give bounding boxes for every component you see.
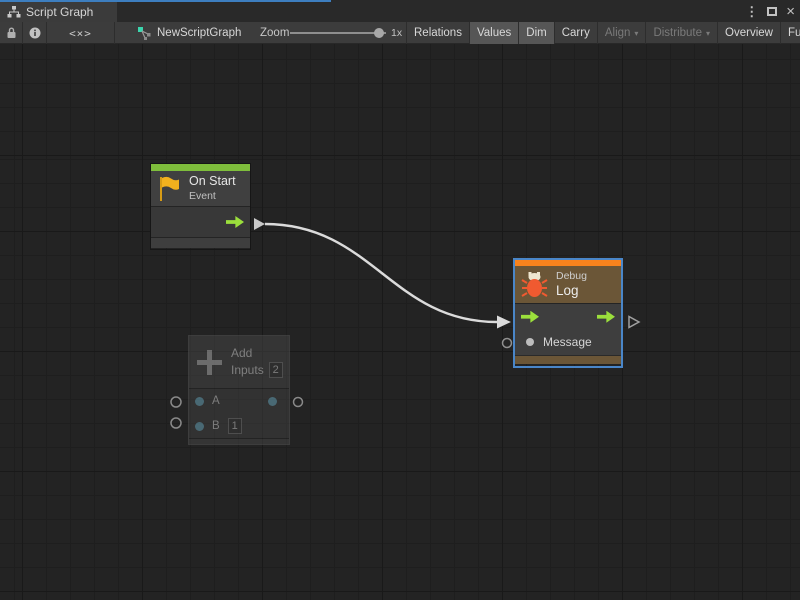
fullscreen-button[interactable]: Full S — [780, 22, 800, 44]
node-subtitle: Event — [189, 190, 236, 203]
lock-button[interactable] — [0, 22, 23, 44]
debug-output-port — [629, 317, 639, 328]
input-b-value-field[interactable]: 1 — [228, 418, 242, 434]
message-port-label: Message — [543, 335, 592, 349]
graph-name-label: NewScriptGraph — [157, 27, 241, 39]
script-graph-window: Script Graph ⋮ × <×> — [0, 0, 800, 600]
node-on-start[interactable]: On Start Event — [150, 163, 251, 250]
node-title: Add — [231, 346, 283, 360]
node-title: Log — [556, 283, 587, 299]
add-input-b-port — [171, 418, 181, 428]
node-footer — [189, 438, 289, 444]
chevron-down-icon: ▾ — [634, 29, 638, 38]
graph-toolbar: <×> NewScriptGraph Zoom 1x Relations Val… — [0, 22, 800, 44]
inputs-count-field[interactable]: 2 — [269, 362, 283, 378]
info-button[interactable] — [23, 22, 47, 44]
plus-icon — [197, 350, 222, 375]
zoom-slider[interactable] — [290, 32, 386, 34]
add-output-port — [294, 398, 303, 407]
dim-toggle[interactable]: Dim — [518, 22, 553, 44]
tab-strip: Script Graph ⋮ × — [0, 0, 800, 22]
node-title: On Start — [189, 174, 236, 190]
flag-icon — [157, 175, 181, 202]
node-subtitle: Inputs — [231, 363, 264, 377]
input-b-label: B — [212, 420, 220, 432]
node-category: Debug — [556, 270, 587, 283]
bug-icon — [521, 271, 548, 299]
flow-output-arrow-icon[interactable] — [226, 216, 244, 228]
add-input-a-port — [171, 397, 181, 407]
values-toggle[interactable]: Values — [469, 22, 518, 44]
distribute-dropdown[interactable]: Distribute ▾ — [645, 22, 717, 44]
output-dot[interactable] — [268, 397, 277, 406]
script-graph-asset-icon — [138, 27, 151, 40]
maximize-icon[interactable] — [767, 7, 777, 16]
tab-title: Script Graph — [26, 5, 93, 19]
node-add[interactable]: Add Inputs 2 A B 1 — [188, 335, 290, 445]
flow-input-arrow-icon[interactable] — [521, 311, 539, 323]
relations-toggle[interactable]: Relations — [406, 22, 469, 44]
message-port-dot[interactable] — [526, 338, 534, 346]
wire-arrowhead — [497, 316, 511, 329]
input-b-dot[interactable] — [195, 422, 204, 431]
toolbar-toggle-group: Relations Values Dim Carry Align ▾ Distr… — [406, 22, 800, 44]
zoom-value: 1x — [391, 22, 402, 44]
input-a-dot[interactable] — [195, 397, 204, 406]
flow-output-arrow-icon[interactable] — [597, 311, 615, 323]
info-icon — [29, 27, 41, 39]
wire-overlay — [0, 44, 800, 600]
zoom-slider-handle[interactable] — [374, 28, 384, 38]
node-footer — [151, 237, 250, 248]
lock-icon — [6, 27, 17, 39]
graph-name-breadcrumb[interactable]: NewScriptGraph — [138, 22, 241, 44]
align-dropdown[interactable]: Align ▾ — [597, 22, 646, 44]
input-a-label: A — [212, 395, 220, 407]
carry-toggle[interactable]: Carry — [554, 22, 597, 44]
tab-script-graph[interactable]: Script Graph — [0, 2, 117, 22]
node-footer — [515, 355, 621, 364]
graph-hierarchy-icon — [7, 6, 21, 18]
zoom-label: Zoom — [260, 22, 289, 44]
event-accent-bar — [151, 164, 250, 171]
debug-message-port — [503, 339, 512, 348]
node-debug-log[interactable]: Debug Log Message — [513, 258, 623, 368]
chevron-down-icon: ▾ — [706, 29, 710, 38]
overview-button[interactable]: Overview — [717, 22, 780, 44]
close-icon[interactable]: × — [786, 4, 795, 19]
flow-wire — [265, 224, 497, 322]
window-menu-icon[interactable]: ⋮ — [745, 5, 758, 18]
graph-canvas[interactable]: On Start Event Debug — [0, 44, 800, 600]
onstart-output-port — [254, 218, 265, 230]
code-preview-button[interactable]: <×> — [47, 22, 115, 44]
